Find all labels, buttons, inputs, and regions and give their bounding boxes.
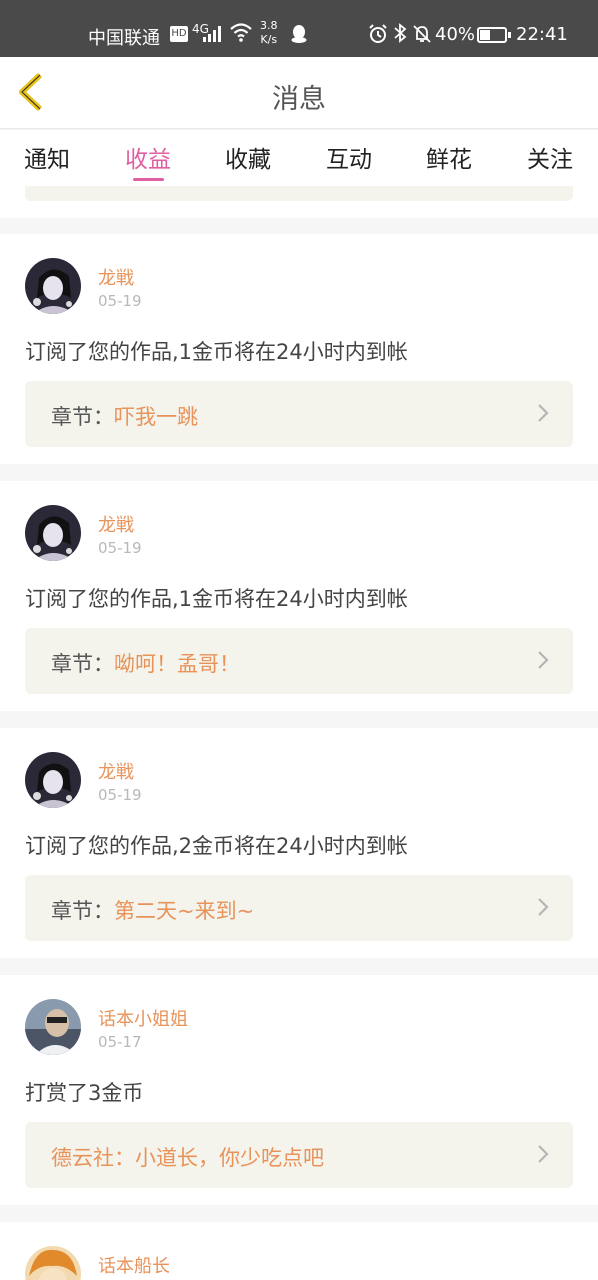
- signal-icon: [203, 26, 225, 42]
- chevron-right-icon: [538, 1145, 549, 1163]
- chevron-right-icon: [538, 898, 549, 916]
- avatar[interactable]: [25, 505, 81, 561]
- chapter-link[interactable]: 章节：吓我一跳: [25, 381, 573, 447]
- chapter-title: 呦呵！孟哥！: [114, 652, 240, 676]
- chapter-link[interactable]: 章节：第二天~来到~: [25, 875, 573, 941]
- book-title: 德云社：小道长，你少吃点吧: [51, 1146, 324, 1170]
- message-date: 05-19: [98, 539, 142, 557]
- battery-icon: [477, 27, 511, 43]
- wifi-icon: [230, 23, 252, 42]
- chapter-label: 章节：第二天~来到~: [51, 899, 255, 923]
- message-tabs: 通知 收益 收藏 互动 鲜花 关注: [0, 130, 598, 186]
- avatar[interactable]: [25, 999, 81, 1055]
- sender-name[interactable]: 话本船长: [98, 1252, 170, 1278]
- chevron-right-icon: [538, 651, 549, 669]
- network-speed-value: 3.8: [260, 19, 278, 32]
- qq-icon: [291, 25, 307, 43]
- message-text: 订阅了您的作品,2金币将在24小时内到帐: [25, 834, 408, 858]
- list-item: 龙戦 05-19 订阅了您的作品,1金币将在24小时内到帐 章节：吓我一跳: [0, 234, 598, 464]
- message-list[interactable]: 龙戦 05-19 订阅了您的作品,1金币将在24小时内到帐 章节：吓我一跳 龙戦…: [0, 186, 598, 1280]
- list-item: 话本小姐姐 05-17 打赏了3金币 德云社：小道长，你少吃点吧: [0, 975, 598, 1205]
- hd-badge: HD: [170, 26, 188, 42]
- list-item: [0, 186, 598, 218]
- sender-name[interactable]: 龙戦: [98, 264, 134, 290]
- top-app-bar: 消息: [0, 57, 598, 129]
- message-date: 05-17: [98, 1033, 142, 1051]
- chapter-title: 吓我一跳: [114, 405, 198, 429]
- tab-flowers[interactable]: 鲜花: [426, 140, 472, 174]
- status-bar: 中国联通 HD 4G 3.8 K/s 40% 22:41: [0, 0, 598, 57]
- avatar[interactable]: [25, 752, 81, 808]
- sender-name[interactable]: 龙戦: [98, 511, 134, 537]
- chapter-label: 章节：吓我一跳: [51, 405, 198, 429]
- tab-interactions[interactable]: 互动: [326, 140, 372, 174]
- network-speed-unit: K/s: [260, 33, 278, 46]
- tab-notice[interactable]: 通知: [24, 140, 70, 174]
- network-speed: 3.8 K/s: [260, 19, 278, 47]
- page-title: 消息: [272, 84, 326, 115]
- message-date: 05-19: [98, 786, 142, 804]
- tab-favorites[interactable]: 收藏: [225, 140, 271, 174]
- bluetooth-icon: [394, 23, 407, 43]
- mute-icon: [413, 25, 431, 43]
- tab-earnings[interactable]: 收益: [125, 140, 171, 174]
- list-item: 话本船长: [0, 1222, 598, 1280]
- active-tab-indicator: [133, 178, 164, 181]
- book-link[interactable]: 德云社：小道长，你少吃点吧: [25, 1122, 573, 1188]
- chapter-link[interactable]: 章节：呦呵！孟哥！: [25, 628, 573, 694]
- carrier-label: 中国联通: [88, 28, 160, 49]
- list-item: 龙戦 05-19 订阅了您的作品,2金币将在24小时内到帐 章节：第二天~来到~: [0, 728, 598, 958]
- sender-name[interactable]: 话本小姐姐: [98, 1005, 188, 1031]
- alarm-icon: [369, 24, 387, 43]
- message-date: 05-19: [98, 292, 142, 310]
- tab-following[interactable]: 关注: [527, 140, 573, 174]
- battery-percent: 40%: [435, 24, 476, 45]
- chapter-label: 章节：呦呵！孟哥！: [51, 652, 240, 676]
- avatar[interactable]: [25, 258, 81, 314]
- clock: 22:41: [516, 24, 568, 45]
- message-text: 打赏了3金币: [25, 1081, 144, 1105]
- message-text: 订阅了您的作品,1金币将在24小时内到帐: [25, 340, 408, 364]
- sender-name[interactable]: 龙戦: [98, 758, 134, 784]
- avatar[interactable]: [25, 1246, 81, 1280]
- list-item: 龙戦 05-19 订阅了您的作品,1金币将在24小时内到帐 章节：呦呵！孟哥！: [0, 481, 598, 711]
- message-text: 订阅了您的作品,1金币将在24小时内到帐: [25, 587, 408, 611]
- chevron-right-icon: [538, 404, 549, 422]
- chapter-title: 第二天~来到~: [114, 899, 255, 923]
